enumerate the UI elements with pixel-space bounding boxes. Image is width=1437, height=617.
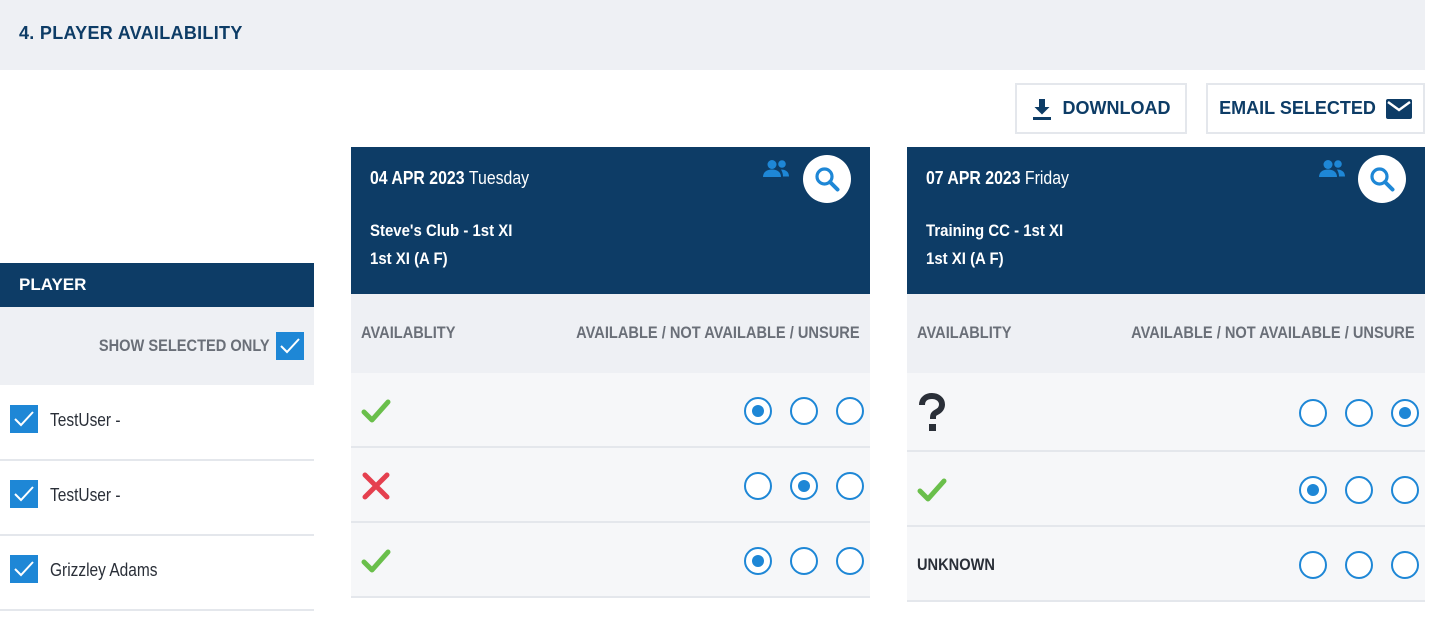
cross-icon bbox=[362, 472, 390, 499]
fixture-day: Tuesday bbox=[468, 168, 530, 188]
check-icon bbox=[361, 399, 391, 422]
checkmark-icon bbox=[14, 561, 34, 577]
availability-row bbox=[351, 523, 870, 598]
checkmark-icon bbox=[14, 411, 34, 427]
search-icon bbox=[815, 167, 840, 192]
player-row: Grizzley Adams bbox=[0, 536, 314, 611]
not-available-radio[interactable] bbox=[1345, 399, 1373, 427]
fixture-card: 04 APR 2023 Tuesday Steve's Club - 1st XI… bbox=[351, 147, 870, 598]
not-available-radio[interactable] bbox=[1345, 476, 1373, 504]
checkmark-icon bbox=[280, 338, 300, 354]
download-icon bbox=[1032, 98, 1052, 120]
team-members-icon[interactable] bbox=[1318, 159, 1346, 184]
availability-row bbox=[351, 373, 870, 448]
player-name: Grizzley Adams bbox=[50, 560, 158, 580]
fixture-card: 07 APR 2023 Friday Training CC - 1st XI 1… bbox=[907, 147, 1425, 602]
show-selected-checkbox[interactable] bbox=[276, 332, 304, 360]
player-select-checkbox[interactable] bbox=[10, 555, 38, 583]
status-cell: UNKNOWN bbox=[917, 527, 1008, 602]
available-radio[interactable] bbox=[1299, 399, 1327, 427]
status-unknown-text: UNKNOWN bbox=[917, 554, 995, 574]
search-button[interactable] bbox=[1358, 155, 1406, 203]
unsure-radio[interactable] bbox=[1391, 399, 1419, 427]
download-label: DOWNLOAD bbox=[1062, 98, 1171, 118]
availability-row bbox=[907, 452, 1425, 527]
player-column-header: PLAYER bbox=[0, 263, 314, 307]
show-selected-filter: SHOW SELECTED ONLY bbox=[0, 307, 314, 385]
player-name: TestUser - bbox=[50, 410, 121, 430]
fixture-day: Friday bbox=[1024, 168, 1069, 188]
availability-column-header: AVAILABLITY bbox=[361, 323, 456, 342]
fixture-date-value: 04 APR 2023 bbox=[370, 168, 465, 188]
fixture-date-value: 07 APR 2023 bbox=[926, 168, 1021, 188]
unsure-radio[interactable] bbox=[836, 472, 864, 500]
fixture-header: 04 APR 2023 Tuesday Steve's Club - 1st XI… bbox=[351, 147, 870, 294]
fixture-date: 04 APR 2023 Tuesday bbox=[370, 168, 529, 189]
fixture-team: Training CC - 1st XI bbox=[926, 221, 1064, 240]
envelope-icon bbox=[1385, 98, 1412, 119]
fixture-date: 07 APR 2023 Friday bbox=[926, 168, 1069, 189]
player-name: TestUser - bbox=[50, 485, 121, 505]
email-selected-label: EMAIL SELECTED bbox=[1219, 98, 1376, 118]
fixture-column-headers: AVAILABLITY AVAILABLE / NOT AVAILABLE / … bbox=[907, 294, 1425, 373]
not-available-radio[interactable] bbox=[790, 547, 818, 575]
check-icon bbox=[917, 478, 947, 501]
player-row: TestUser - bbox=[0, 386, 314, 461]
availability-row bbox=[351, 448, 870, 523]
not-available-radio[interactable] bbox=[1345, 551, 1373, 579]
show-selected-label: SHOW SELECTED ONLY bbox=[99, 336, 270, 355]
fixture-grade: 1st XI (A F) bbox=[926, 249, 1004, 268]
availability-row bbox=[907, 373, 1425, 452]
fixture-header: 07 APR 2023 Friday Training CC - 1st XI 1… bbox=[907, 147, 1425, 294]
email-selected-button[interactable]: EMAIL SELECTED bbox=[1206, 83, 1425, 134]
not-available-radio[interactable] bbox=[790, 472, 818, 500]
section-header: 4. PLAYER AVAILABILITY bbox=[0, 0, 1425, 70]
status-cell bbox=[917, 452, 947, 527]
unsure-radio[interactable] bbox=[836, 547, 864, 575]
fixture-team: Steve's Club - 1st XI bbox=[370, 221, 513, 240]
availability-row: UNKNOWN bbox=[907, 527, 1425, 602]
options-column-header: AVAILABLE / NOT AVAILABLE / UNSURE bbox=[1131, 323, 1415, 342]
player-select-checkbox[interactable] bbox=[10, 480, 38, 508]
player-select-checkbox[interactable] bbox=[10, 405, 38, 433]
section-title: 4. PLAYER AVAILABILITY bbox=[19, 23, 243, 43]
unsure-radio[interactable] bbox=[836, 397, 864, 425]
player-row: TestUser - bbox=[0, 461, 314, 536]
availability-column-header: AVAILABLITY bbox=[917, 323, 1012, 342]
status-cell bbox=[361, 373, 391, 448]
options-column-header: AVAILABLE / NOT AVAILABLE / UNSURE bbox=[576, 323, 860, 342]
download-button[interactable]: DOWNLOAD bbox=[1015, 83, 1187, 134]
question-icon bbox=[919, 392, 946, 431]
available-radio[interactable] bbox=[744, 472, 772, 500]
available-radio[interactable] bbox=[744, 547, 772, 575]
fixture-grade: 1st XI (A F) bbox=[370, 249, 448, 268]
available-radio[interactable] bbox=[1299, 551, 1327, 579]
available-radio[interactable] bbox=[1299, 476, 1327, 504]
not-available-radio[interactable] bbox=[790, 397, 818, 425]
status-cell bbox=[361, 523, 391, 598]
search-icon bbox=[1370, 167, 1395, 192]
search-button[interactable] bbox=[803, 155, 851, 203]
check-icon bbox=[361, 549, 391, 572]
fixture-column-headers: AVAILABLITY AVAILABLE / NOT AVAILABLE / … bbox=[351, 294, 870, 373]
unsure-radio[interactable] bbox=[1391, 551, 1419, 579]
checkmark-icon bbox=[14, 486, 34, 502]
team-members-icon[interactable] bbox=[762, 159, 790, 184]
available-radio[interactable] bbox=[744, 397, 772, 425]
unsure-radio[interactable] bbox=[1391, 476, 1419, 504]
status-cell bbox=[917, 373, 947, 452]
status-cell bbox=[361, 448, 391, 523]
